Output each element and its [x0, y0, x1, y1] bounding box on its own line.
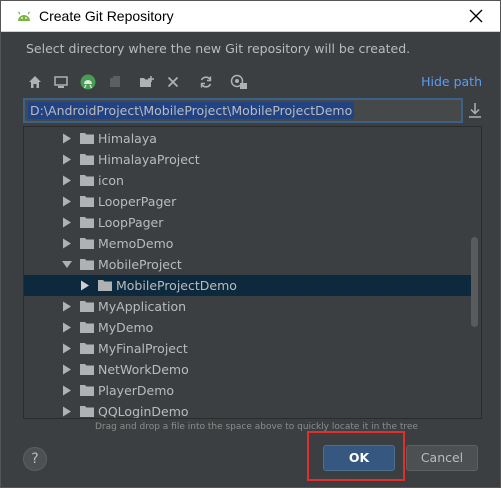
chevron-right-icon[interactable] — [62, 133, 72, 144]
chevron-right-icon[interactable] — [62, 196, 72, 207]
folder-icon — [80, 133, 94, 144]
close-button[interactable] — [464, 4, 488, 28]
delete-button[interactable] — [163, 72, 183, 92]
tree-row[interactable]: MobileProject — [24, 254, 472, 275]
delete-icon — [167, 76, 179, 88]
tree-row[interactable]: NetWorkDemo — [24, 359, 472, 380]
chevron-right-icon[interactable] — [62, 175, 72, 186]
folder-icon — [80, 196, 94, 207]
dialog-title: Create Git Repository — [39, 8, 174, 24]
path-input[interactable]: D:\AndroidProject\MobileProject\MobilePr… — [23, 98, 463, 123]
tree-row[interactable]: MyApplication — [24, 296, 472, 317]
tree-row[interactable]: Himalaya — [24, 128, 472, 149]
download-icon[interactable] — [467, 102, 483, 120]
chevron-right-icon[interactable] — [62, 343, 72, 354]
create-git-repository-dialog: Create Git Repository Select directory w… — [0, 0, 501, 488]
tree-row[interactable]: icon — [24, 170, 472, 191]
folder-icon — [80, 343, 94, 354]
tree-row[interactable]: MobileProjectDemo — [24, 275, 472, 296]
chevron-right-icon[interactable] — [62, 154, 72, 165]
folder-icon — [80, 238, 94, 249]
ok-button[interactable]: OK — [323, 445, 395, 471]
tree-row[interactable]: QQLoginDemo — [24, 401, 472, 419]
chevron-right-icon[interactable] — [62, 406, 72, 417]
tree-row-label: LoopPager — [98, 215, 164, 230]
home-button[interactable] — [25, 72, 45, 92]
desktop-icon — [54, 76, 68, 88]
tree-row[interactable]: MyFinalProject — [24, 338, 472, 359]
tree-row[interactable]: LoopPager — [24, 212, 472, 233]
hide-path-link[interactable]: Hide path — [421, 74, 482, 89]
home-icon — [29, 76, 41, 88]
tree-row[interactable]: PlayerDemo — [24, 380, 472, 401]
show-hidden-icon — [230, 74, 247, 89]
refresh-icon — [200, 76, 212, 88]
chevron-right-icon[interactable] — [62, 217, 72, 228]
tree-row-label: MyFinalProject — [98, 341, 188, 356]
tree-row-label: MyDemo — [98, 320, 154, 335]
tree-row-label: NetWorkDemo — [98, 362, 189, 377]
new-folder-icon — [140, 76, 154, 87]
folder-icon — [98, 280, 112, 291]
title-bar: Create Git Repository — [1, 1, 500, 32]
tree-row[interactable]: MyDemo — [24, 317, 472, 338]
tree-scrollbar[interactable] — [471, 237, 478, 327]
folder-icon — [80, 217, 94, 228]
tree-row-label: icon — [98, 173, 124, 188]
module-icon — [110, 76, 120, 87]
android-icon — [18, 11, 30, 21]
path-input-value: D:\AndroidProject\MobileProject\MobilePr… — [28, 102, 355, 119]
tree-row-label: PlayerDemo — [98, 383, 175, 398]
dialog-description: Select directory where the new Git repos… — [26, 41, 411, 56]
chevron-down-icon[interactable] — [62, 259, 72, 270]
directory-tree[interactable]: Himalaya HimalayaProject icon LooperPager Lo… — [23, 126, 482, 419]
folder-icon — [80, 301, 94, 312]
tree-row[interactable]: MemoDemo — [24, 233, 472, 254]
tree-row-label: MobileProject — [98, 257, 182, 272]
tree-row-label: MyApplication — [98, 299, 187, 314]
chevron-right-icon[interactable] — [62, 364, 72, 375]
tree-row-label: HimalayaProject — [98, 152, 200, 167]
help-button[interactable]: ? — [23, 447, 47, 471]
new-folder-button[interactable] — [137, 72, 157, 92]
folder-icon — [80, 406, 94, 417]
file-chooser-toolbar: Hide path — [21, 70, 486, 94]
folder-icon — [80, 154, 94, 165]
chevron-right-icon[interactable] — [62, 385, 72, 396]
close-icon — [469, 9, 483, 23]
chevron-right-icon[interactable] — [62, 238, 72, 249]
folder-icon — [80, 259, 94, 270]
tree-row-label: QQLoginDemo — [98, 404, 189, 419]
chevron-right-icon[interactable] — [62, 301, 72, 312]
project-button[interactable] — [78, 72, 98, 92]
cancel-button[interactable]: Cancel — [406, 445, 478, 471]
folder-icon — [80, 322, 94, 333]
show-hidden-button[interactable] — [229, 72, 249, 92]
tree-row-label: MobileProjectDemo — [116, 278, 237, 293]
tree-row-label: LooperPager — [98, 194, 177, 209]
desktop-button[interactable] — [51, 72, 71, 92]
folder-icon — [80, 364, 94, 375]
refresh-button[interactable] — [196, 72, 216, 92]
folder-icon — [80, 175, 94, 186]
tree-row[interactable]: HimalayaProject — [24, 149, 472, 170]
folder-icon — [80, 385, 94, 396]
tree-row-label: MemoDemo — [98, 236, 174, 251]
android-project-icon — [80, 74, 96, 90]
tree-row-label: Himalaya — [98, 131, 157, 146]
module-button[interactable] — [105, 72, 125, 92]
chevron-right-icon[interactable] — [62, 322, 72, 333]
chevron-right-icon[interactable] — [80, 280, 90, 291]
tree-row[interactable]: LooperPager — [24, 191, 472, 212]
